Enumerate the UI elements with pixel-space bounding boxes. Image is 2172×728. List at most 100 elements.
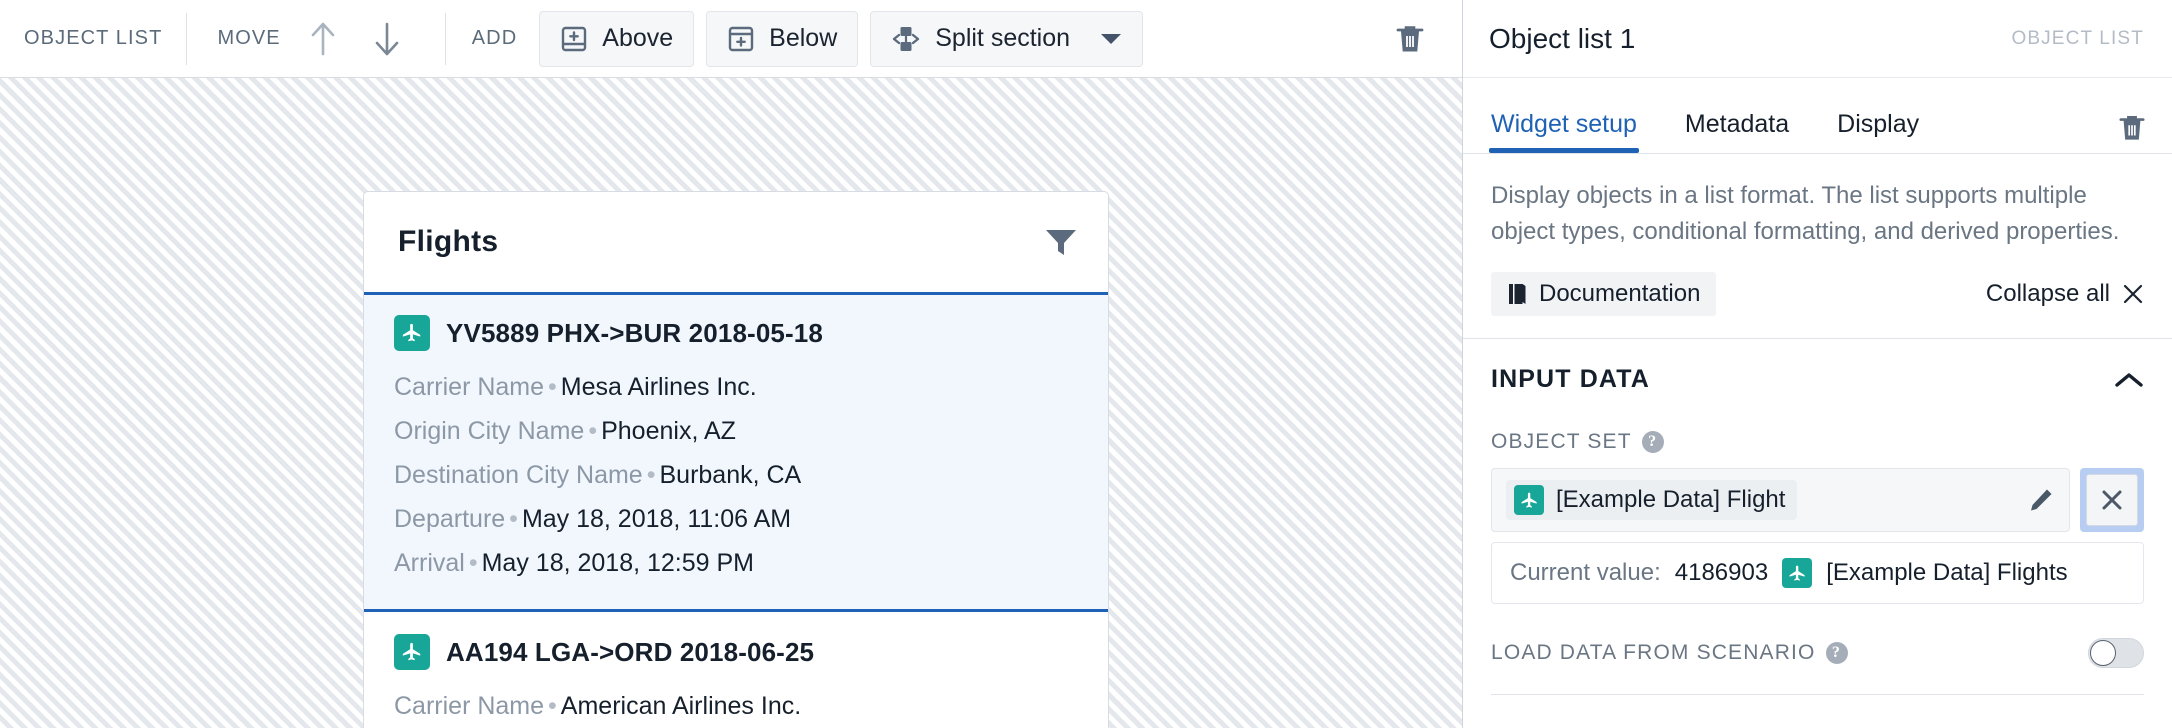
property-separator: • [468,549,478,577]
list-item-title: YV5889 PHX->BUR 2018-05-18 [446,317,823,348]
help-icon[interactable]: ? [1825,642,1848,664]
object-set-row: [Example Data] Flight [1491,468,2144,532]
list-item-property: Carrier Name • Mesa Airlines Inc. [394,365,1078,409]
property-value: May 18, 2018, 12:59 PM [481,549,754,577]
plane-icon [394,634,430,670]
widget-header: Flights [364,192,1108,292]
property-value: American Airlines Inc. [560,692,802,720]
load-data-from-scenario-label: LOAD DATA FROM SCENARIO [1491,641,1816,664]
plane-icon [394,315,430,351]
inspector-panel: Object list 1 OBJECT LIST Widget setup M… [1462,0,2172,728]
edit-object-set-button[interactable] [2027,486,2055,514]
object-list-widget[interactable]: Flights YV5889 PHX->BUR 2018-05-18 Carri… [363,191,1109,728]
property-value: Phoenix, AZ [601,417,736,445]
load-data-label-row: LOAD DATA FROM SCENARIO ? [1491,641,1848,665]
property-key: Origin City Name [394,417,585,445]
section-input-data: INPUT DATA OBJECT SET ? [Example Data] F… [1463,338,2172,695]
current-value-row: Current value: 4186903 [Example Data] Fl… [1491,542,2144,604]
app-root: OBJECT LIST MOVE ADD Above Below Split s… [0,0,2172,728]
split-section-icon [891,24,921,54]
collapse-all-button[interactable]: Collapse all [1986,280,2144,308]
widget-description: Display objects in a list format. The li… [1491,182,2120,245]
toolbar-add-label: ADD [471,27,518,49]
widget-toolbar: OBJECT LIST MOVE ADD Above Below Split s… [0,0,1462,78]
split-section-label: Split section [935,24,1071,52]
property-separator: • [548,373,557,401]
move-down-button[interactable] [363,15,411,63]
add-above-button[interactable]: Above [539,10,695,67]
add-below-button[interactable]: Below [706,10,859,67]
panel-header: Object list 1 OBJECT LIST [1463,0,2172,78]
current-value-label: Current value: [1510,559,1661,586]
collapse-icon [2122,283,2144,305]
editor-area: OBJECT LIST MOVE ADD Above Below Split s… [0,0,1462,728]
object-set-chip-label: [Example Data] Flight [1556,486,1786,513]
panel-delete-button[interactable] [2118,113,2146,153]
toolbar-move-label: MOVE [217,27,281,49]
section-input-data-header[interactable]: INPUT DATA [1491,365,2144,402]
widget-description-block: Display objects in a list format. The li… [1463,154,2172,338]
property-key: Departure [394,505,506,533]
property-value: Mesa Airlines Inc. [560,373,757,401]
move-up-button[interactable] [299,15,347,63]
list-item-header: YV5889 PHX->BUR 2018-05-18 [394,315,1078,351]
trash-icon [2119,116,2145,140]
tab-display[interactable]: Display [1835,110,1921,153]
list-item[interactable]: AA194 LGA->ORD 2018-06-25 Carrier Name • A… [364,612,1108,728]
book-icon [1507,282,1527,306]
object-set-chip: [Example Data] Flight [1506,480,1798,520]
plane-icon [1782,558,1813,588]
split-section-button[interactable]: Split section [870,10,1144,67]
insert-above-icon [560,25,588,53]
remove-object-set-button[interactable] [2086,474,2138,526]
property-separator: • [646,461,656,489]
add-below-label: Below [769,24,838,52]
delete-widget-button[interactable] [1386,15,1434,63]
property-key: Arrival [394,549,465,577]
help-icon[interactable]: ? [1641,431,1664,453]
object-set-label: OBJECT SET [1491,430,1632,453]
load-data-from-scenario-toggle[interactable] [2088,638,2144,668]
list-item-header: AA194 LGA->ORD 2018-06-25 [394,634,1078,670]
current-value-id: 4186903 [1674,559,1769,586]
list-item-property: Arrival • May 18, 2018, 12:59 PM [394,541,1078,585]
widget-canvas: Flights YV5889 PHX->BUR 2018-05-18 Carri… [0,78,1462,728]
remove-object-set-focus-ring [2080,468,2144,532]
arrow-up-icon [311,22,335,55]
object-set-label-row: OBJECT SET ? [1491,430,2144,454]
collapse-all-label: Collapse all [1985,280,2110,307]
property-value: May 18, 2018, 11:06 AM [521,505,792,533]
add-above-label: Above [602,24,674,52]
section-title: INPUT DATA [1491,365,1650,393]
panel-tabs: Widget setup Metadata Display [1463,78,2172,154]
property-separator: • [509,505,518,533]
arrow-down-icon [375,22,399,55]
widget-title: Flights [398,225,499,258]
list-item-title: AA194 LGA->ORD 2018-06-25 [446,636,815,667]
chevron-down-icon [1100,32,1122,46]
panel-widget-type: OBJECT LIST [2011,27,2144,49]
plane-icon [1514,485,1544,515]
property-key: Carrier Name [394,373,545,401]
current-value-name: [Example Data] Flights [1826,559,2068,586]
list-item-property: Origin City Name • Phoenix, AZ [394,409,1078,453]
filter-button[interactable] [1044,227,1078,257]
toggle-knob [2090,640,2116,666]
toolbar-object-list-label: OBJECT LIST [24,27,163,49]
panel-title: Object list 1 [1489,22,1636,54]
documentation-button[interactable]: Documentation [1491,272,1717,316]
object-set-field[interactable]: [Example Data] Flight [1491,468,2070,532]
property-separator: • [588,417,598,445]
filter-icon [1046,230,1076,255]
trash-icon [1396,25,1424,51]
property-key: Destination City Name [394,461,643,489]
insert-below-icon [727,25,755,53]
list-item-property: Carrier Name • American Airlines Inc. [394,684,1078,728]
list-item[interactable]: YV5889 PHX->BUR 2018-05-18 Carrier Name •… [364,292,1108,612]
list-item-property: Destination City Name • Burbank, CA [394,453,1078,497]
tab-metadata[interactable]: Metadata [1683,110,1791,153]
documentation-label: Documentation [1539,280,1701,307]
property-value: Burbank, CA [659,461,802,489]
tab-widget-setup[interactable]: Widget setup [1489,110,1639,153]
chevron-up-icon[interactable] [2114,371,2144,389]
